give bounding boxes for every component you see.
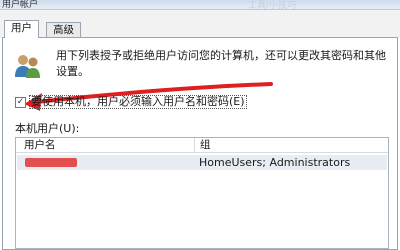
- require-password-label[interactable]: 要使用本机，用户必须输入用户名和密码(E): [29, 95, 247, 109]
- table-row[interactable]: HomeUsers; Administrators: [17, 155, 387, 170]
- user-group-cell: HomeUsers; Administrators: [199, 156, 351, 169]
- column-header-username[interactable]: 用户名: [16, 138, 195, 152]
- title-bar: 用户帐户 工具/小技巧: [0, 0, 400, 11]
- tab-users[interactable]: 用户: [4, 20, 39, 38]
- users-listview[interactable]: 用户名 组 HomeUsers; Administrators: [15, 137, 389, 249]
- users-icon: [15, 55, 40, 78]
- require-password-checkbox[interactable]: ✓: [15, 96, 26, 108]
- tab-strip: 用户 高级: [0, 10, 400, 38]
- tab-advanced[interactable]: 高级: [46, 22, 81, 37]
- window-title: 用户帐户: [2, 0, 39, 10]
- local-users-label: 本机用户(U):: [15, 122, 80, 135]
- description-text: 用下列表授予或拒绝用户访问您的计算机，还可以更改其密码和其他设置。: [56, 49, 386, 78]
- listview-header: 用户名 组: [16, 138, 388, 153]
- redacted-username: [25, 158, 77, 167]
- column-header-group[interactable]: 组: [192, 138, 380, 152]
- require-password-row: ✓ 要使用本机，用户必须输入用户名和密码(E): [15, 95, 247, 109]
